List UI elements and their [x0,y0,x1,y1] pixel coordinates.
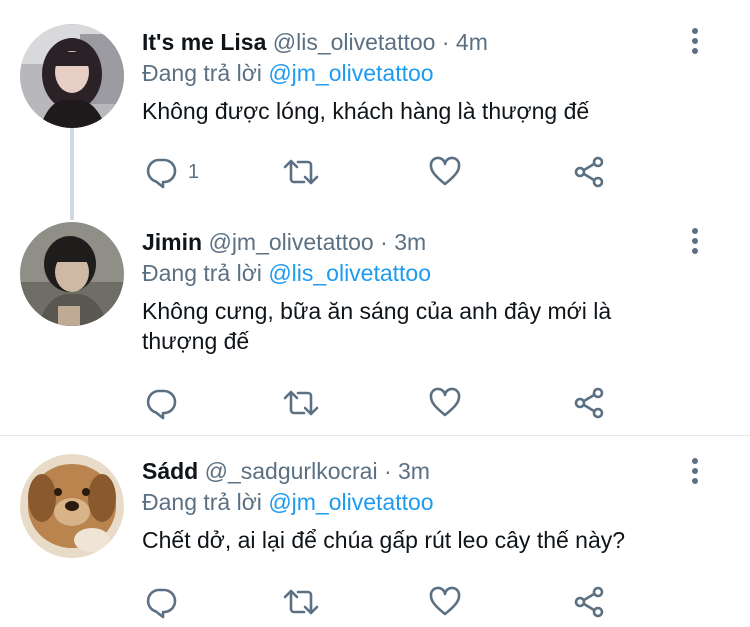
more-icon[interactable] [685,226,705,256]
like-icon [429,586,461,616]
replying-to: Đang trả lời @jm_olivetattoo [142,58,680,88]
reply-button[interactable]: 1 [144,152,199,192]
timestamp[interactable]: 4m [456,29,488,55]
timestamp[interactable]: 3m [398,458,430,484]
like-icon [429,156,461,186]
like-button[interactable] [428,383,462,423]
reply-icon [146,389,177,420]
replying-to: Đang trả lời @jm_olivetattoo [142,487,680,517]
author-name[interactable]: Jimin [142,229,202,255]
mention-link[interactable]: @lis_olivetattoo [268,260,431,286]
retweet-button[interactable] [282,152,320,192]
tweet-header: Jimin @jm_olivetattoo · 3m [142,227,680,257]
retweet-button[interactable] [282,383,320,423]
avatar[interactable] [20,24,124,128]
reply-button[interactable] [144,582,188,622]
retweet-icon [283,589,319,615]
share-button[interactable] [572,383,606,423]
reply-icon [146,158,177,189]
retweet-button[interactable] [282,582,320,622]
replying-prefix: Đang trả lời [142,60,262,86]
author-handle[interactable]: @lis_olivetattoo [273,29,436,55]
tweet-header: It's me Lisa @lis_olivetattoo · 4m [142,27,680,57]
replying-to: Đang trả lời @lis_olivetattoo [142,258,680,288]
avatar[interactable] [20,222,124,326]
retweet-icon [283,159,319,185]
tweet-3[interactable]: Sádd @_sadgurlkocrai · 3m Đang trả lời @… [0,436,750,627]
more-icon[interactable] [685,456,705,486]
action-bar [142,383,612,423]
share-icon [574,156,604,188]
author-handle[interactable]: @jm_olivetattoo [208,229,373,255]
author-name[interactable]: It's me Lisa [142,29,266,55]
author-name[interactable]: Sádd [142,458,198,484]
tweet-text: Chết dở, ai lại để chúa gấp rút leo cây … [142,527,626,553]
tweet-header: Sádd @_sadgurlkocrai · 3m [142,456,680,486]
tweet-text: Không cưng, bữa ăn sáng của anh đây mới … [142,298,612,354]
retweet-icon [283,390,319,416]
avatar[interactable] [20,454,124,558]
share-button[interactable] [572,152,606,192]
tweet-text: Không được lóng, khách hàng là thượng đế [142,98,590,124]
action-bar: 1 [142,152,612,192]
tweet-1[interactable]: It's me Lisa @lis_olivetattoo · 4m Đang … [0,0,750,220]
like-button[interactable] [428,582,462,622]
reply-count: 1 [188,160,200,183]
share-button[interactable] [572,582,606,622]
timestamp[interactable]: 3m [394,229,426,255]
share-icon [574,586,604,618]
mention-link[interactable]: @jm_olivetattoo [268,60,433,86]
more-icon[interactable] [685,26,705,56]
reply-button[interactable] [144,383,188,423]
share-icon [574,387,604,419]
separator-dot: · [441,29,450,55]
tweet-2[interactable]: Jimin @jm_olivetattoo · 3m Đang trả lời … [0,212,750,435]
like-icon [429,387,461,417]
author-handle[interactable]: @_sadgurlkocrai [205,458,378,484]
mention-link[interactable]: @jm_olivetattoo [268,489,433,515]
separator-dot: · [383,458,392,484]
replying-prefix: Đang trả lời [142,260,262,286]
like-button[interactable] [428,152,462,192]
separator-dot: · [380,229,388,255]
reply-icon [146,588,177,619]
replying-prefix: Đang trả lời [142,489,262,515]
action-bar [142,582,612,622]
thread-line [70,128,74,220]
